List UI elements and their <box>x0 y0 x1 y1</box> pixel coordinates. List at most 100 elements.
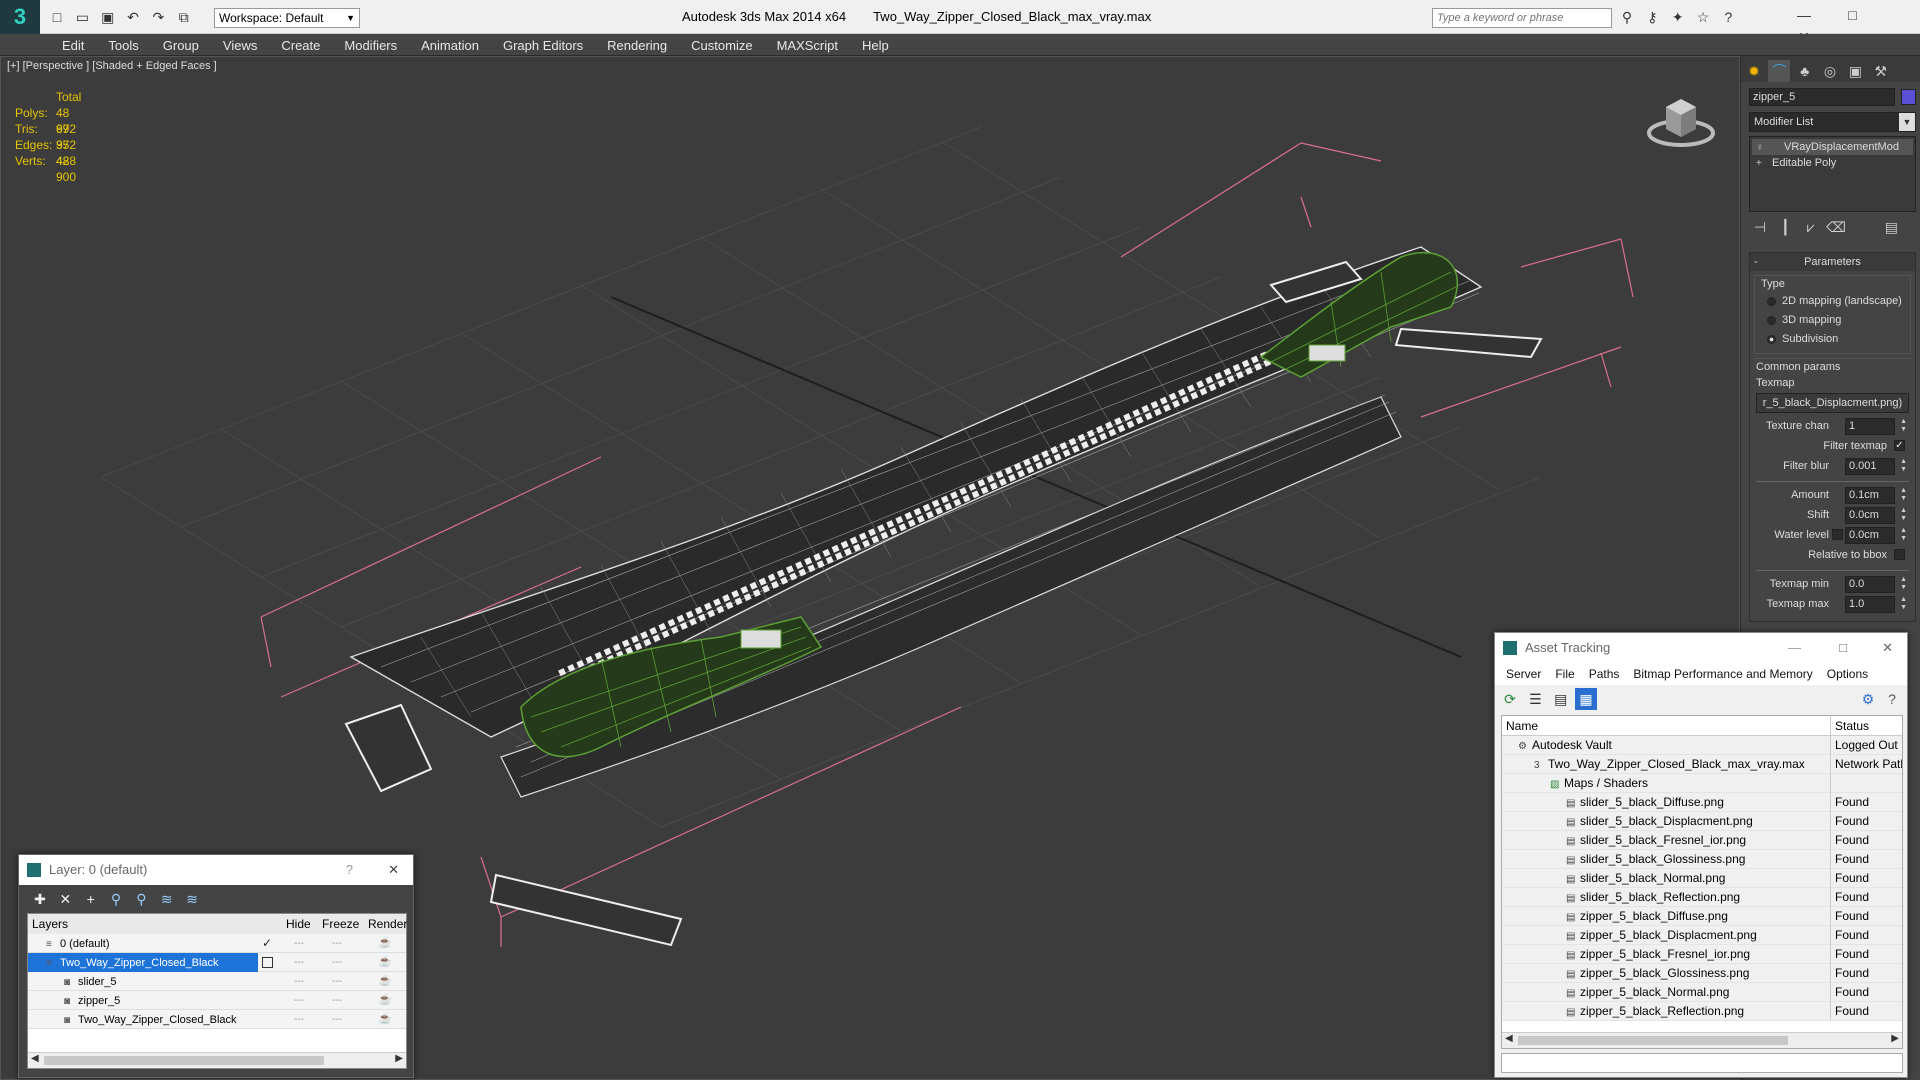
column-header-status[interactable]: Status <box>1830 716 1869 736</box>
shift-spinner-input[interactable]: 0.0cm <box>1845 507 1895 524</box>
grid-view-icon[interactable]: ▦ <box>1575 688 1598 710</box>
asset-row[interactable]: ⚙ Autodesk Vault Logged Out ... <box>1502 736 1902 755</box>
motion-tab-icon[interactable]: ◎ <box>1819 60 1841 82</box>
column-header-layers[interactable]: Layers <box>32 914 68 934</box>
texmap-min-spinner-input[interactable]: 0.0 <box>1845 576 1895 593</box>
chevron-right-icon[interactable]: ▶ <box>395 1053 403 1064</box>
close-icon[interactable]: ✕ <box>388 855 399 885</box>
asset-row[interactable]: 3 Two_Way_Zipper_Closed_Black_max_vray.ma… <box>1502 755 1902 774</box>
subscription-icon[interactable]: ⚷ <box>1641 6 1663 28</box>
modifier-list-dropdown[interactable]: Modifier List ▼ <box>1749 112 1916 132</box>
asset-row[interactable]: ▧ Maps / Shaders <box>1502 774 1902 793</box>
create-tab-icon[interactable]: ✹ <box>1743 60 1765 82</box>
radio-button[interactable] <box>1767 296 1776 306</box>
amount-spinner-input[interactable]: 0.1cm <box>1845 487 1895 504</box>
type-option[interactable]: 3D mapping <box>1761 311 1904 330</box>
menu-item-rendering[interactable]: Rendering <box>595 34 679 57</box>
new-layer-icon[interactable]: ✚ <box>29 888 51 910</box>
menu-item-edit[interactable]: Edit <box>50 34 96 57</box>
column-header-freeze[interactable]: Freeze <box>322 914 359 934</box>
asset-row[interactable]: ▤ zipper_5_black_Glossiness.png Found <box>1502 964 1902 983</box>
hide-all-layers-icon[interactable]: ≋ <box>181 888 203 910</box>
add-to-layer-icon[interactable]: + <box>80 888 102 910</box>
render-teapot-icon[interactable]: ☕ <box>378 934 392 953</box>
hide-toggle-icon[interactable]: --- <box>294 934 304 953</box>
asset-menu-options[interactable]: Options <box>1827 667 1868 681</box>
menu-item-customize[interactable]: Customize <box>679 34 764 57</box>
asset-row[interactable]: ▤ slider_5_black_Displacment.png Found <box>1502 812 1902 831</box>
radio-button[interactable] <box>1767 334 1776 344</box>
undo-icon[interactable]: ↶ <box>122 6 144 28</box>
layer-row[interactable]: ◙ Two_Way_Zipper_Closed_Black --- --- ☕ <box>28 1010 406 1029</box>
hierarchy-tab-icon[interactable]: ♣ <box>1794 60 1816 82</box>
spinner-arrows-icon[interactable]: ▲ ▼ <box>1900 596 1907 612</box>
make-unique-icon[interactable]: ⩗ <box>1800 216 1822 238</box>
asset-row[interactable]: ▤ slider_5_black_Diffuse.png Found <box>1502 793 1902 812</box>
water-level-checkbox[interactable] <box>1832 529 1843 540</box>
layer-row[interactable]: ◙ zipper_5 --- --- ☕ <box>28 991 406 1010</box>
new-file-icon[interactable]: □ <box>46 6 68 28</box>
freeze-toggle-icon[interactable]: --- <box>332 934 342 953</box>
asset-menu-server[interactable]: Server <box>1506 667 1541 681</box>
spinner-arrows-icon[interactable]: ▲ ▼ <box>1900 527 1907 543</box>
scrollbar-thumb[interactable] <box>44 1056 324 1065</box>
help-icon[interactable]: ? <box>346 855 353 885</box>
spinner-arrows-icon[interactable]: ▲ ▼ <box>1900 458 1907 474</box>
chevron-left-icon[interactable]: ◀ <box>1505 1033 1513 1044</box>
layer-window-titlebar[interactable]: Layer: 0 (default) ? ✕ <box>19 855 413 885</box>
set-current-box-icon[interactable] <box>262 957 273 968</box>
utilities-tab-icon[interactable]: ⚒ <box>1870 60 1892 82</box>
spinner-arrows-icon[interactable]: ▲ ▼ <box>1900 487 1907 503</box>
hide-toggle-icon[interactable]: --- <box>294 991 304 1010</box>
select-layer-icon[interactable]: ⚲ <box>130 888 152 910</box>
texmap-button[interactable]: r_5_black_Displacment.png) <box>1756 393 1909 413</box>
asset-row[interactable]: ▤ slider_5_black_Reflection.png Found <box>1502 888 1902 907</box>
app-logo-icon[interactable]: 3 <box>0 0 40 34</box>
type-option[interactable]: Subdivision <box>1761 330 1904 349</box>
minimize-icon[interactable]: — <box>1788 633 1801 663</box>
parameters-rollout-header[interactable]: - Parameters <box>1750 253 1915 271</box>
asset-menu-file[interactable]: File <box>1555 667 1574 681</box>
asset-row[interactable]: ▤ zipper_5_black_Reflection.png Found <box>1502 1002 1902 1021</box>
hide-toggle-icon[interactable]: --- <box>294 1010 304 1029</box>
hide-toggle-icon[interactable]: --- <box>294 953 304 972</box>
scrollbar-thumb[interactable] <box>1518 1036 1788 1045</box>
display-tab-icon[interactable]: ▣ <box>1844 60 1866 82</box>
set-current-layer-icon[interactable]: ≋ <box>156 888 178 910</box>
search-input[interactable] <box>1433 9 1603 27</box>
pin-stack-icon[interactable]: ⊣ <box>1749 216 1771 238</box>
filter-texmap-checkbox[interactable]: ✓ <box>1894 440 1905 451</box>
freeze-toggle-icon[interactable]: --- <box>332 1010 342 1029</box>
workspace-dropdown[interactable]: Workspace: Default ▼ <box>214 8 360 28</box>
vault-icon[interactable]: ⚙ <box>1857 688 1879 710</box>
menu-item-create[interactable]: Create <box>269 34 332 57</box>
menu-item-animation[interactable]: Animation <box>409 34 491 57</box>
water-level-spinner-input[interactable]: 0.0cm <box>1845 527 1895 544</box>
help-icon[interactable]: ? <box>1717 6 1739 28</box>
minimize-icon[interactable]: — <box>1782 4 1826 26</box>
chevron-left-icon[interactable]: ◀ <box>31 1053 39 1064</box>
remove-modifier-icon[interactable]: ⌫ <box>1825 216 1847 238</box>
spinner-arrows-icon[interactable]: ▲ ▼ <box>1900 576 1907 592</box>
table-view-icon[interactable]: ▤ <box>1550 688 1572 710</box>
spinner-arrows-icon[interactable]: ▲ ▼ <box>1900 507 1907 523</box>
close-icon[interactable]: ✕ <box>1882 633 1893 663</box>
save-icon[interactable]: ▣ <box>97 6 119 28</box>
radio-button[interactable] <box>1767 315 1776 325</box>
delete-layer-icon[interactable]: ✕ <box>54 888 76 910</box>
select-objects-icon[interactable]: ⚲ <box>105 888 127 910</box>
show-end-result-icon[interactable]: ┃ <box>1774 216 1796 238</box>
menu-item-graph-editors[interactable]: Graph Editors <box>491 34 595 57</box>
asset-row[interactable]: ▤ slider_5_black_Glossiness.png Found <box>1502 850 1902 869</box>
object-color-swatch[interactable] <box>1901 89 1916 105</box>
menu-item-views[interactable]: Views <box>211 34 269 57</box>
binoculars-icon[interactable]: ⚲ <box>1616 6 1638 28</box>
asset-row[interactable]: ▤ slider_5_black_Normal.png Found <box>1502 869 1902 888</box>
asset-path-field[interactable] <box>1501 1053 1903 1073</box>
redo-icon[interactable]: ↷ <box>147 6 169 28</box>
asset-row[interactable]: ▤ zipper_5_black_Displacment.png Found <box>1502 926 1902 945</box>
layer-row[interactable]: ≡ Two_Way_Zipper_Closed_Black --- --- ☕ <box>28 953 406 972</box>
spinner-arrows-icon[interactable]: ▲ ▼ <box>1900 418 1907 434</box>
search-box[interactable] <box>1432 8 1612 28</box>
layer-horizontal-scrollbar[interactable]: ◀ ▶ <box>28 1052 406 1068</box>
